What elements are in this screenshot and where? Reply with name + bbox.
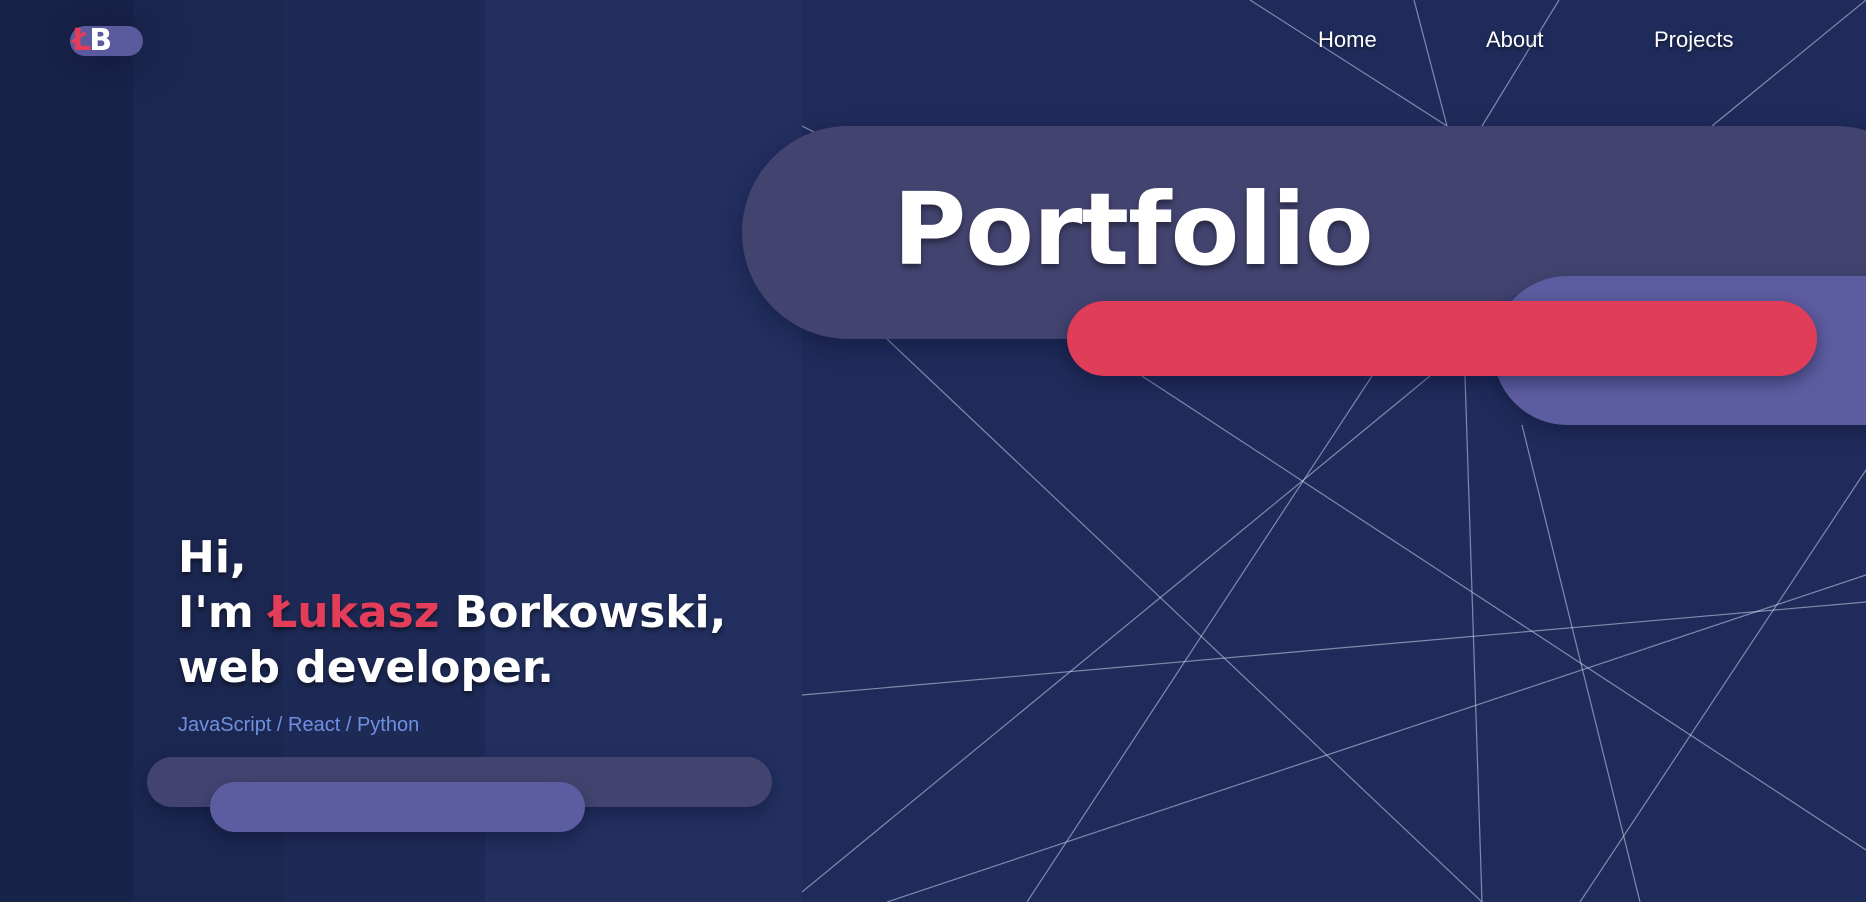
portfolio-page: ŁB Home About Projects Portfolio Hi, I'm…: [0, 0, 1866, 902]
background-stripe: [0, 0, 133, 902]
page-title: Portfolio: [893, 171, 1374, 288]
nav-home-link[interactable]: Home: [1318, 22, 1377, 58]
logo-text: ŁB: [72, 23, 112, 59]
greeting-line: Hi,: [178, 532, 247, 583]
logo-letter-l: Ł: [72, 23, 91, 58]
nav-projects-link[interactable]: Projects: [1654, 22, 1733, 58]
cta-button[interactable]: [210, 782, 585, 832]
nav-about-link[interactable]: About: [1486, 22, 1544, 58]
name-line: I'm Łukasz Borkowski,: [178, 585, 726, 640]
intro-heading: Hi, I'm Łukasz Borkowski, web developer.: [178, 530, 726, 695]
skills-text: JavaScript / React / Python: [178, 714, 420, 736]
logo-letter-b: B: [89, 23, 112, 58]
first-name: Łukasz: [269, 587, 440, 638]
decorative-pill-red: [1067, 301, 1817, 376]
name-prefix: I'm: [178, 587, 270, 638]
last-name: Borkowski,: [439, 587, 727, 638]
logo[interactable]: ŁB: [70, 23, 143, 59]
role-line: web developer.: [178, 642, 554, 693]
